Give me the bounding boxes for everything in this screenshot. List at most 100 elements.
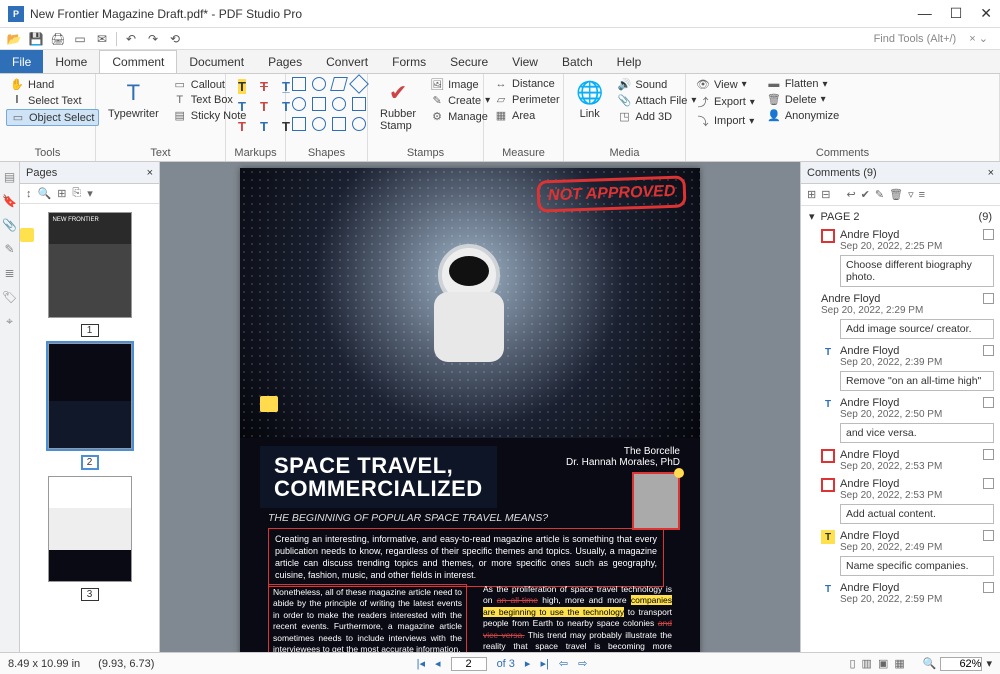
intro-paragraph[interactable]: Creating an interesting, informative, an…	[268, 528, 664, 587]
thumb-2[interactable]	[48, 343, 132, 449]
pages-fit-icon[interactable]: ⊞	[57, 187, 66, 200]
view-cont-icon[interactable]: ▥	[862, 657, 872, 670]
panel-tag-icon[interactable]: 🏷	[2, 290, 17, 304]
tab-comment[interactable]: Comment	[99, 50, 177, 73]
revert-icon[interactable]: ⟲	[167, 31, 183, 47]
rubber-stamp-tool[interactable]: ✔︎Rubber Stamp	[374, 77, 422, 135]
thumb-1[interactable]: NEW FRONTIER	[48, 212, 132, 318]
c-expand-icon[interactable]: ⊞	[807, 188, 816, 201]
panel-attach-icon[interactable]: 📎	[2, 218, 17, 232]
shapes-grid[interactable]	[292, 77, 370, 135]
view-comments[interactable]: 👁View ▾	[692, 77, 759, 92]
open-icon[interactable]: 📂	[6, 31, 22, 47]
panel-bookmark-icon[interactable]: 🔖	[2, 194, 17, 208]
close-button[interactable]: ✕	[980, 5, 992, 22]
tab-home[interactable]: Home	[43, 50, 99, 73]
import-comments[interactable]: ⤵Import ▾	[692, 112, 759, 130]
c-check-icon[interactable]: ✔	[861, 188, 870, 201]
nav-page-input[interactable]	[451, 657, 487, 671]
select-text-tool[interactable]: 𝐈Select Text	[6, 93, 99, 108]
comment-checkbox[interactable]	[983, 345, 994, 356]
document-page[interactable]: NOT APPROVED SPACE TRAVEL, COMMERCIALIZE…	[240, 168, 700, 652]
find-close-icon[interactable]: ×	[969, 33, 975, 45]
panel-layer-icon[interactable]: ≣	[4, 266, 14, 280]
area-tool[interactable]: ▦Area	[490, 108, 564, 123]
zoom-drop-icon[interactable]: ▾	[986, 657, 992, 670]
perimeter-tool[interactable]: ▱Perimeter	[490, 92, 564, 107]
c-filter-icon[interactable]: ▿	[908, 188, 914, 201]
object-select-tool[interactable]: ▭Object Select	[6, 109, 99, 126]
maximize-button[interactable]: ☐	[950, 5, 963, 22]
comments-panel-close[interactable]: ×	[988, 167, 994, 179]
comment-item[interactable]: Andre FloydSep 20, 2022, 2:53 PM	[801, 447, 1000, 476]
c-edit-icon[interactable]: ✎	[875, 188, 884, 201]
column-2[interactable]: As the proliferation of space travel tec…	[483, 584, 672, 652]
nav-fwd-icon[interactable]: ⇨	[578, 657, 587, 670]
view-single-icon[interactable]: ▯	[849, 657, 855, 670]
panel-pages-icon[interactable]: ▤	[4, 170, 15, 184]
nav-back-icon[interactable]: ⇦	[559, 657, 568, 670]
comment-item[interactable]: TAndre FloydSep 20, 2022, 2:59 PM	[801, 580, 1000, 609]
comment-item[interactable]: Andre FloydSep 20, 2022, 2:29 PMAdd imag…	[801, 291, 1000, 343]
comment-item[interactable]: TAndre FloydSep 20, 2022, 2:49 PMName sp…	[801, 528, 1000, 580]
pages-extract-icon[interactable]: ⎘	[72, 187, 81, 200]
comment-checkbox[interactable]	[983, 530, 994, 541]
thumb-3[interactable]	[48, 476, 132, 582]
mail-icon[interactable]: ✉	[94, 31, 110, 47]
author-photo[interactable]	[632, 472, 680, 530]
typewriter-tool[interactable]: TTypewriter	[102, 77, 165, 123]
save-icon[interactable]: 💾	[28, 31, 44, 47]
pages-zoom-icon[interactable]: 🔍	[38, 187, 52, 200]
nav-next-icon[interactable]: ▸	[525, 657, 531, 670]
c-collapse-icon[interactable]: ⊟	[821, 188, 830, 201]
undo-icon[interactable]: ↶	[123, 31, 139, 47]
comment-checkbox[interactable]	[983, 397, 994, 408]
tab-document[interactable]: Document	[177, 50, 256, 73]
comment-checkbox[interactable]	[983, 229, 994, 240]
c-trash-icon[interactable]: 🗑	[889, 188, 903, 201]
comment-checkbox[interactable]	[983, 293, 994, 304]
comment-item[interactable]: Andre FloydSep 20, 2022, 2:53 PMAdd actu…	[801, 476, 1000, 528]
tab-help[interactable]: Help	[605, 50, 654, 73]
find-drop-icon[interactable]: ⌄	[979, 33, 988, 45]
tab-view[interactable]: View	[500, 50, 550, 73]
nav-last-icon[interactable]: ▸|	[540, 657, 548, 670]
distance-tool[interactable]: ↔Distance	[490, 77, 564, 91]
delete-comments[interactable]: 🗑Delete ▾	[763, 92, 843, 107]
comment-item[interactable]: TAndre FloydSep 20, 2022, 2:39 PMRemove …	[801, 343, 1000, 395]
zoom-out-icon[interactable]: 🔍	[923, 657, 937, 670]
panel-sign-icon[interactable]: ✎	[4, 242, 14, 256]
print-icon[interactable]: 🖨	[50, 31, 66, 47]
comment-item[interactable]: Andre FloydSep 20, 2022, 2:25 PMChoose d…	[801, 227, 1000, 291]
pages-more-icon[interactable]: ▾	[87, 187, 93, 200]
scan-icon[interactable]: ▭	[72, 31, 88, 47]
tab-file[interactable]: File	[0, 50, 43, 73]
comment-checkbox[interactable]	[983, 582, 994, 593]
sticky-note-annot[interactable]	[260, 396, 278, 412]
panel-dest-icon[interactable]: ⌖	[6, 314, 13, 329]
flatten-comments[interactable]: ▬Flatten ▾	[763, 77, 843, 91]
c-menu-icon[interactable]: ≡	[919, 189, 925, 201]
nav-first-icon[interactable]: |◂	[417, 657, 425, 670]
link-tool[interactable]: 🌐Link	[570, 77, 609, 123]
tab-batch[interactable]: Batch	[550, 50, 605, 73]
tab-convert[interactable]: Convert	[314, 50, 380, 73]
comment-checkbox[interactable]	[983, 449, 994, 460]
tab-forms[interactable]: Forms	[380, 50, 438, 73]
pages-opt-icon[interactable]: ↕	[26, 188, 32, 200]
zoom-input[interactable]	[940, 657, 982, 671]
minimize-button[interactable]: —	[918, 5, 932, 22]
nav-prev-icon[interactable]: ◂	[435, 657, 441, 670]
anonymize-comments[interactable]: 👤Anonymize	[763, 108, 843, 123]
comment-checkbox[interactable]	[983, 478, 994, 489]
pages-panel-close[interactable]: ×	[147, 167, 153, 179]
tab-secure[interactable]: Secure	[438, 50, 500, 73]
export-comments[interactable]: ⤴Export ▾	[692, 93, 759, 111]
tab-pages[interactable]: Pages	[256, 50, 314, 73]
redo-icon[interactable]: ↷	[145, 31, 161, 47]
view-facing-icon[interactable]: ▣	[878, 657, 888, 670]
comments-page-group[interactable]: ▾ PAGE 2 (9)	[801, 206, 1000, 227]
not-approved-stamp[interactable]: NOT APPROVED	[536, 175, 686, 212]
view-cont-facing-icon[interactable]: ▦	[894, 657, 904, 670]
comment-item[interactable]: TAndre FloydSep 20, 2022, 2:50 PMand vic…	[801, 395, 1000, 447]
